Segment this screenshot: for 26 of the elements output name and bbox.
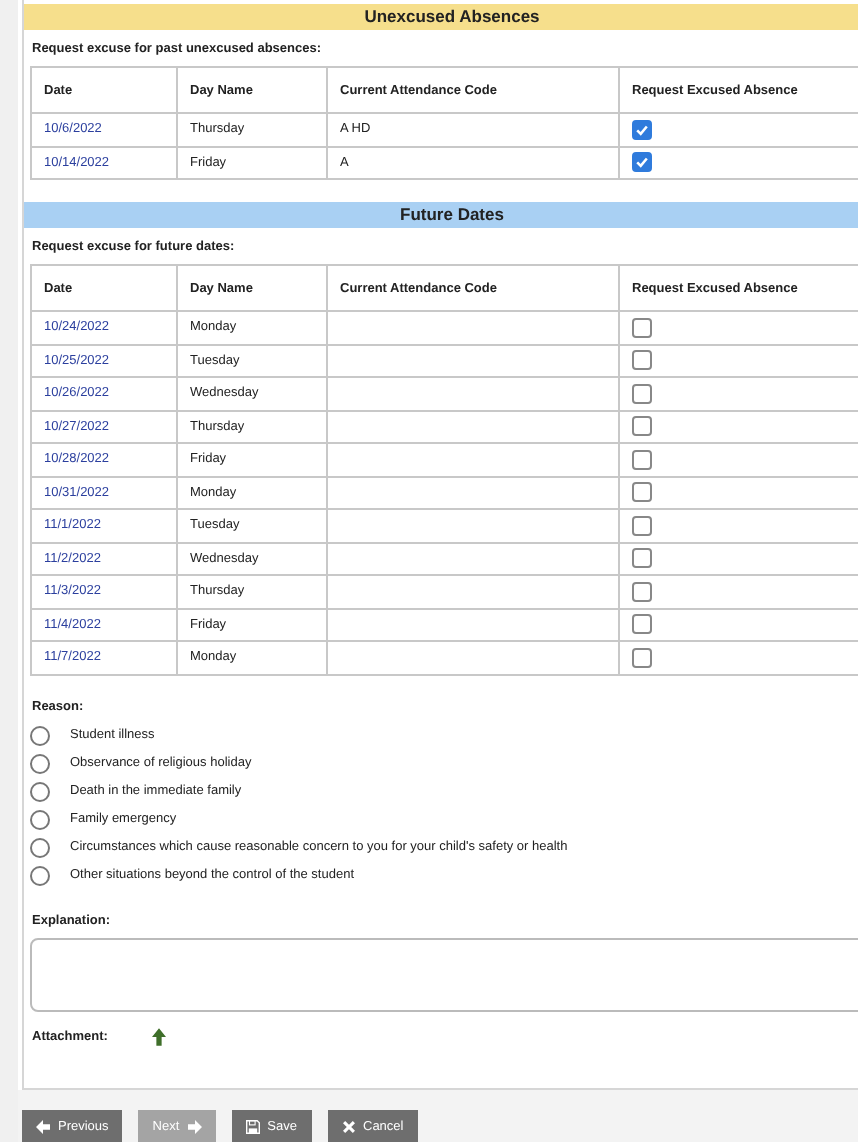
section-header: Future Dates xyxy=(24,202,858,228)
radio-button[interactable] xyxy=(30,725,50,745)
radio-button[interactable] xyxy=(30,809,50,829)
checkbox[interactable] xyxy=(632,647,652,668)
upload-arrow-icon[interactable] xyxy=(151,1027,166,1045)
radio-button[interactable] xyxy=(30,781,50,801)
arrow-left-icon xyxy=(36,1119,50,1133)
checkbox[interactable] xyxy=(632,317,652,338)
checkbox[interactable] xyxy=(632,119,652,140)
checkbox[interactable] xyxy=(632,614,652,635)
checkbox[interactable] xyxy=(632,416,652,437)
checkbox[interactable] xyxy=(632,548,652,569)
close-icon xyxy=(341,1119,355,1133)
checkbox[interactable] xyxy=(632,449,652,470)
arrow-right-icon xyxy=(187,1119,202,1133)
checkbox[interactable] xyxy=(632,482,652,503)
radio-button[interactable] xyxy=(30,753,50,773)
checkbox[interactable] xyxy=(632,152,652,173)
checkbox[interactable] xyxy=(632,581,652,602)
checkbox[interactable] xyxy=(632,383,652,404)
checkbox[interactable] xyxy=(632,515,652,536)
radio-button[interactable] xyxy=(30,837,50,857)
explanation-field[interactable] xyxy=(30,937,858,1011)
radio-button[interactable] xyxy=(30,865,50,885)
section-header: Unexcused Absences xyxy=(24,4,858,30)
checkbox[interactable] xyxy=(632,350,652,371)
